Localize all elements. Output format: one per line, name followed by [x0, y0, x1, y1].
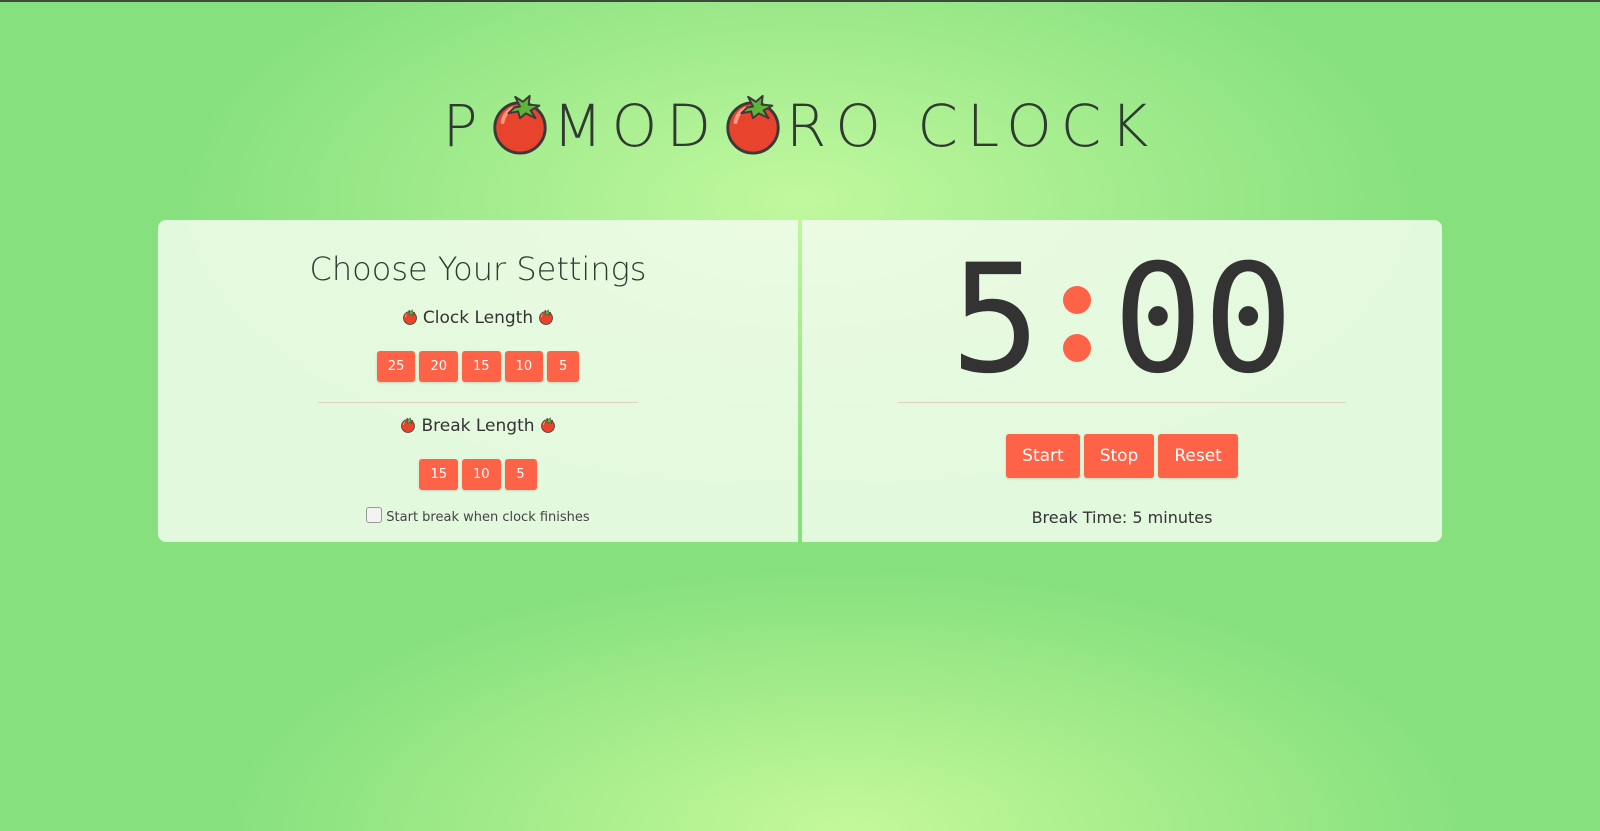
- clock-option-25[interactable]: 25: [376, 351, 416, 382]
- clock-option-20[interactable]: 20: [419, 351, 458, 382]
- clock-option-15[interactable]: 15: [462, 351, 501, 382]
- tomato-icon: [400, 417, 416, 433]
- title-part-2: MOD: [552, 92, 720, 160]
- timer-display: 5 00: [802, 233, 1442, 407]
- stop-button[interactable]: Stop: [1083, 434, 1155, 478]
- clock-length-options: 25 20 15 10 5: [158, 351, 798, 382]
- break-option-10[interactable]: 10: [462, 459, 501, 490]
- break-length-label: Break Length: [421, 416, 535, 436]
- auto-break-option[interactable]: Start break when clock finishes: [158, 507, 798, 525]
- timer-panel: 5 00 Start Stop Reset Break Time: 5 minut…: [802, 220, 1442, 542]
- reset-button[interactable]: Reset: [1158, 434, 1238, 478]
- tomato-icon: [489, 93, 551, 155]
- title-part-3: RO CLOCK: [786, 92, 1158, 160]
- clock-length-heading: Clock Length: [158, 308, 798, 328]
- clock-option-10[interactable]: 10: [504, 351, 544, 382]
- settings-divider: [318, 402, 638, 403]
- timer-controls: Start Stop Reset: [802, 434, 1442, 478]
- app-title: P MOD RO CLOCK: [0, 82, 1600, 162]
- timer-divider: [898, 402, 1346, 403]
- start-button[interactable]: Start: [1006, 434, 1080, 478]
- break-length-heading: Break Length: [158, 416, 798, 436]
- break-time-status: Break Time: 5 minutes: [1031, 508, 1213, 527]
- timer-seconds: 00: [1112, 233, 1294, 407]
- tomato-icon: [722, 93, 784, 155]
- settings-panel: Choose Your Settings Clock Length 25 20 …: [158, 220, 798, 542]
- break-option-5[interactable]: 5: [504, 459, 537, 490]
- clock-option-5[interactable]: 5: [547, 351, 580, 382]
- clock-length-label: Clock Length: [422, 308, 534, 328]
- tomato-icon: [538, 309, 554, 325]
- tomato-icon: [402, 309, 418, 325]
- auto-break-checkbox[interactable]: [366, 507, 383, 523]
- break-option-15[interactable]: 15: [419, 459, 458, 490]
- tomato-icon: [540, 417, 556, 433]
- timer-minutes: 5: [950, 233, 1041, 407]
- settings-title: Choose Your Settings: [309, 250, 647, 288]
- auto-break-label: Start break when clock finishes: [386, 510, 590, 525]
- title-part-1: P: [442, 92, 487, 160]
- break-length-options: 15 10 5: [158, 459, 798, 490]
- timer-colon: [1057, 250, 1097, 390]
